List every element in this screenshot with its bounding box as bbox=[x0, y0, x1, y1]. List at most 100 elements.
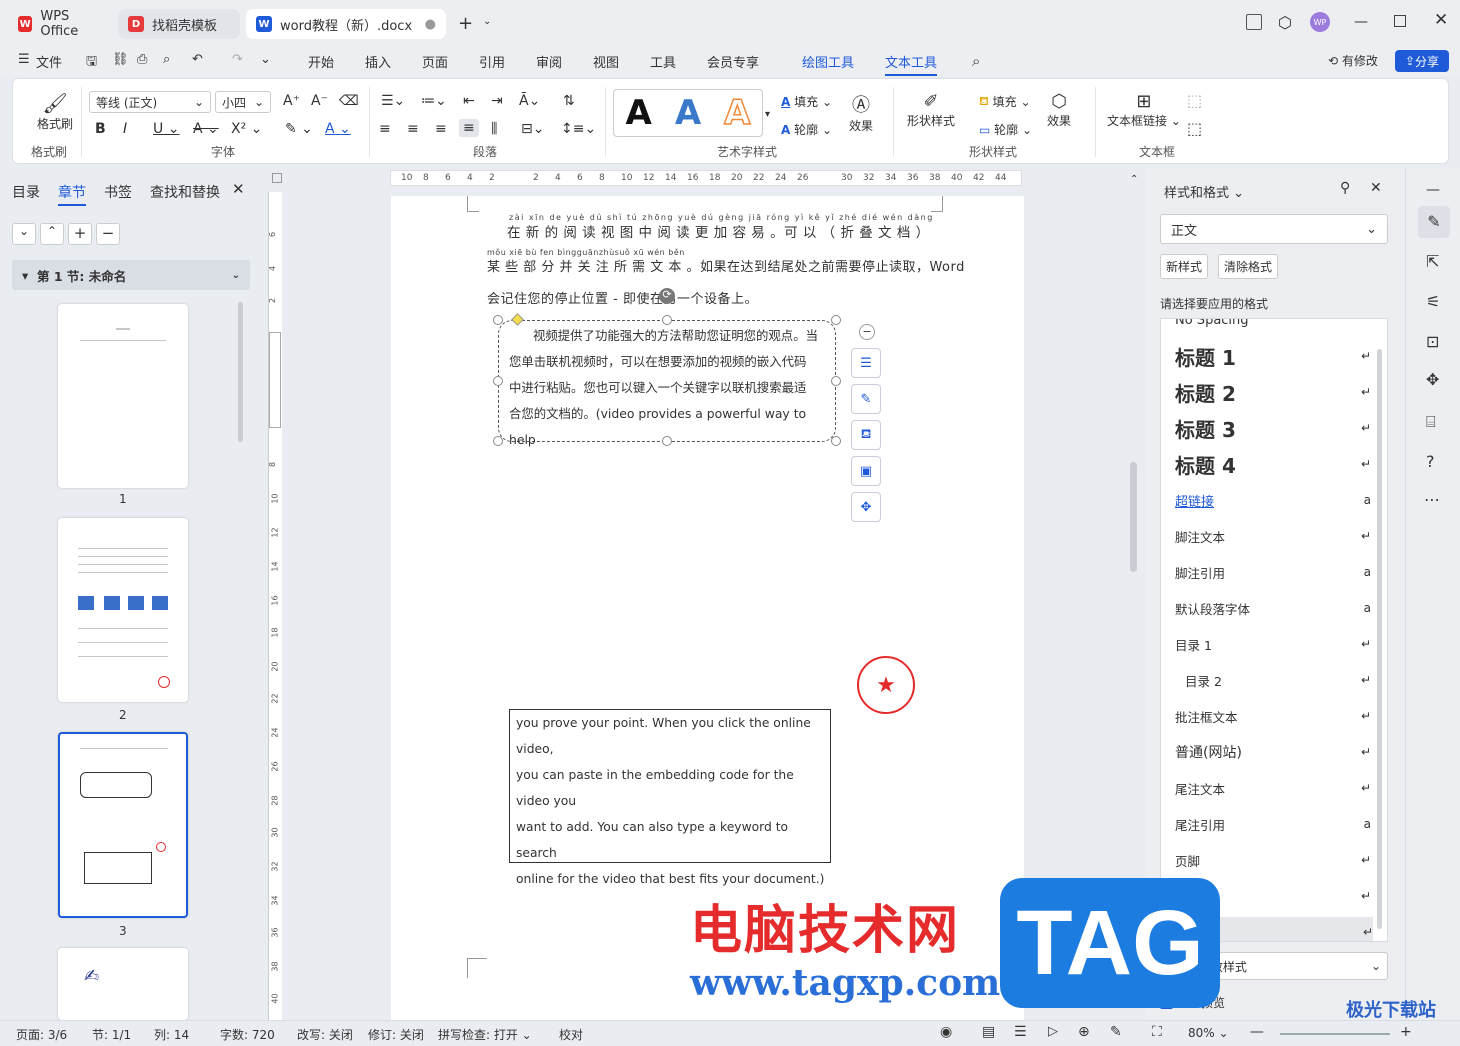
resize-handle[interactable] bbox=[493, 376, 503, 386]
add-section-icon[interactable]: + bbox=[68, 223, 92, 245]
status-words[interactable]: 字数: 720 bbox=[220, 1026, 275, 1043]
shape-effect-button[interactable]: ⬡ 效果 bbox=[1047, 91, 1071, 129]
status-proof[interactable]: 校对 bbox=[559, 1026, 583, 1043]
style-list[interactable]: No Spacing 标题 1 ↵ 标题 2 ↵ 标题 3 ↵ 标题 4 ↵ 超链接 a 脚注文本 ↵ 脚… bbox=[1160, 318, 1388, 942]
art-style-black[interactable]: A bbox=[626, 93, 652, 133]
tab-bookmarks[interactable]: 书签 bbox=[104, 182, 132, 202]
panel-title[interactable]: 样式和格式 ⌄ bbox=[1164, 182, 1244, 201]
superscript-icon[interactable]: X² ⌄ bbox=[231, 121, 262, 137]
tab-sections[interactable]: 章节 bbox=[58, 182, 86, 206]
scrollbar[interactable] bbox=[1377, 349, 1382, 929]
scroll-up-icon[interactable]: ⌃ bbox=[1130, 174, 1138, 185]
style-item[interactable]: 页脚 ↵ bbox=[1175, 845, 1371, 875]
bullets-icon[interactable]: ☰⌄ bbox=[381, 93, 405, 109]
page-view-icon[interactable]: ▤ bbox=[982, 1024, 995, 1040]
tab-find-replace[interactable]: 查找和替换 bbox=[150, 182, 220, 202]
minimize-panel-icon[interactable]: — bbox=[1426, 182, 1440, 198]
print-preview-icon[interactable]: ⌕ bbox=[163, 52, 170, 67]
cube-icon[interactable]: ⬡ bbox=[1278, 13, 1292, 32]
page-thumbnail-3[interactable] bbox=[58, 732, 188, 918]
redo-icon[interactable]: ↷ bbox=[232, 52, 243, 67]
ruler-active-range[interactable] bbox=[269, 332, 281, 428]
bold-icon[interactable]: B bbox=[95, 121, 106, 137]
font-size-select[interactable]: 小四 ⌄ bbox=[215, 91, 271, 113]
share-button[interactable]: ⇪ 分享 bbox=[1395, 50, 1449, 72]
status-spell[interactable]: 拼写检查: 打开 ⌄ bbox=[438, 1026, 532, 1043]
style-item[interactable]: 尾注文本 ↵ bbox=[1175, 773, 1371, 803]
fit-icon[interactable]: ⛶ bbox=[1152, 1024, 1162, 1040]
menu-tools[interactable]: 工具 bbox=[650, 52, 676, 71]
help-icon[interactable]: ? bbox=[1426, 452, 1435, 471]
more-icon[interactable]: ⌄ bbox=[260, 52, 271, 67]
scrollbar[interactable] bbox=[238, 302, 243, 442]
print-icon[interactable]: ⎙ bbox=[137, 52, 147, 67]
close-icon[interactable]: ✕ bbox=[1370, 180, 1382, 196]
select-cursor-icon[interactable]: ⇱ bbox=[1426, 252, 1439, 271]
collapse-icon[interactable]: − bbox=[859, 324, 875, 340]
zoom-slider[interactable] bbox=[1280, 1033, 1390, 1035]
underline-icon[interactable]: U ⌄ bbox=[153, 121, 179, 137]
pin-icon[interactable]: ⚲ bbox=[1340, 180, 1350, 196]
resize-handle[interactable] bbox=[831, 436, 841, 446]
page-thumbnail-4[interactable]: ✍ bbox=[58, 948, 188, 1020]
edit-icon[interactable]: ✎ bbox=[1110, 1024, 1122, 1040]
align-right-icon[interactable]: ≡ bbox=[435, 121, 447, 137]
menu-page[interactable]: 页面 bbox=[422, 52, 448, 71]
image-edit-icon[interactable]: ⊡ bbox=[1426, 332, 1439, 351]
hamburger-icon[interactable]: ☰ bbox=[18, 52, 30, 67]
current-style-select[interactable]: 正文 ⌄ bbox=[1160, 214, 1388, 244]
layout-icon[interactable] bbox=[1246, 14, 1262, 30]
art-style-orange[interactable]: A bbox=[723, 92, 751, 134]
style-item[interactable]: 目录 1 ↵ bbox=[1175, 629, 1371, 659]
line-spacing-icon[interactable]: ↕≡⌄ bbox=[561, 121, 596, 137]
text-effect-button[interactable]: Ⓐ 效果 bbox=[849, 91, 873, 134]
new-style-button[interactable]: 新样式 bbox=[1160, 254, 1209, 279]
avatar[interactable]: WP bbox=[1310, 12, 1330, 32]
style-item[interactable]: 标题 4 ↵ bbox=[1175, 449, 1371, 479]
highlight-icon[interactable]: ✎ ⌄ bbox=[285, 121, 313, 137]
style-item[interactable]: 普通(网站) ↵ bbox=[1175, 737, 1371, 767]
new-tab-icon[interactable]: + bbox=[458, 13, 473, 34]
tab-stop-icon[interactable] bbox=[272, 173, 282, 183]
eraser-icon[interactable]: ⌫ bbox=[339, 93, 359, 109]
textbox-content[interactable]: 视频提供了功能强大的方法帮助您证明您的观点。当 您单击联机视频时，可以在想要添加… bbox=[503, 323, 837, 453]
remove-section-icon[interactable]: − bbox=[96, 223, 120, 245]
resize-handle[interactable] bbox=[493, 436, 503, 446]
art-style-blue[interactable]: A bbox=[675, 93, 701, 133]
menu-text-tools[interactable]: 文本工具 bbox=[885, 52, 938, 76]
grow-font-icon[interactable]: A⁺ bbox=[283, 93, 300, 109]
shape-style-button[interactable]: ✐ 形状样式 bbox=[907, 91, 955, 129]
outline-view-icon[interactable]: ☰ bbox=[1014, 1024, 1027, 1040]
more-icon[interactable]: ⋯ bbox=[1424, 490, 1440, 509]
text-outline-button[interactable]: A 轮廓 ⌄ bbox=[781, 121, 832, 138]
rotate-handle-icon[interactable]: ⟳ bbox=[659, 288, 675, 304]
format-painter-button[interactable]: 🖌 格式刷 bbox=[37, 91, 73, 132]
close-icon[interactable]: ✕ bbox=[1434, 10, 1448, 30]
selected-textbox[interactable]: 视频提供了功能强大的方法帮助您证明您的观点。当 您单击联机视频时，可以在想要添加… bbox=[498, 320, 836, 447]
style-item[interactable]: 尾注引用 a bbox=[1175, 809, 1371, 839]
shape-fill-button[interactable]: ⛾ 填充 ⌄ bbox=[979, 93, 1031, 110]
menu-start[interactable]: 开始 bbox=[308, 52, 334, 71]
layout-options-button[interactable]: ☰ bbox=[851, 348, 881, 378]
status-section[interactable]: 节: 1/1 bbox=[92, 1026, 131, 1043]
numbering-icon[interactable]: ≔⌄ bbox=[421, 93, 447, 109]
tab-toc[interactable]: 目录 bbox=[12, 182, 40, 202]
section-header[interactable]: ▾ 第 1 节: 未命名 ⌄ bbox=[12, 260, 250, 290]
textbox-frame-icon[interactable]: ⬚ bbox=[1187, 91, 1202, 110]
menu-insert[interactable]: 插入 bbox=[365, 52, 391, 71]
resize-handle[interactable] bbox=[493, 315, 503, 325]
text-direction-icon[interactable]: Ā⌄ bbox=[519, 93, 540, 109]
menu-drawing-tools[interactable]: 绘图工具 bbox=[802, 52, 854, 71]
shape-outline-button[interactable]: ▭ 轮廓 ⌄ bbox=[979, 121, 1032, 138]
style-item[interactable]: 标题 2 ↵ bbox=[1175, 377, 1371, 407]
shrink-font-icon[interactable]: A⁻ bbox=[311, 93, 328, 109]
decrease-indent-icon[interactable]: ⇤ bbox=[463, 93, 475, 109]
unsaved-dot-icon[interactable]: ● bbox=[425, 17, 436, 32]
clear-format-button[interactable]: 清除格式 bbox=[1218, 254, 1279, 279]
resize-handle[interactable] bbox=[662, 436, 672, 446]
status-column[interactable]: 列: 14 bbox=[154, 1026, 189, 1043]
web-view-icon[interactable]: ⊕ bbox=[1078, 1024, 1090, 1040]
zoom-level[interactable]: 80% ⌄ bbox=[1188, 1026, 1229, 1040]
chevron-down-icon[interactable]: ⌄ bbox=[12, 223, 36, 245]
style-item[interactable]: 标题 1 ↵ bbox=[1175, 341, 1371, 371]
